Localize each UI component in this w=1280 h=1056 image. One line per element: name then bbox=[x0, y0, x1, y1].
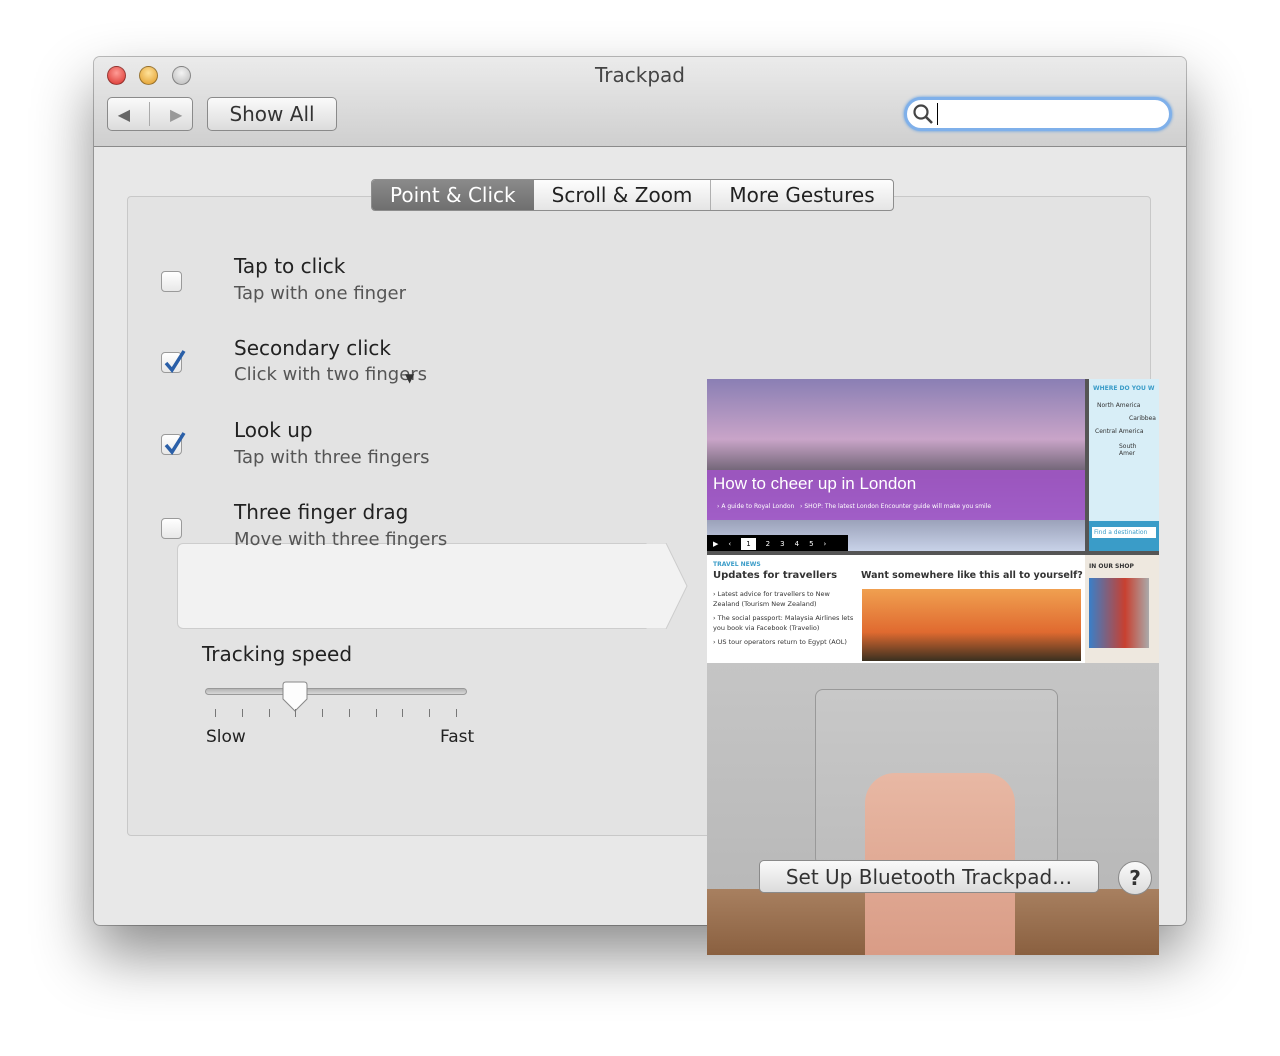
slider-tick bbox=[402, 709, 404, 717]
settings-panel: Tap to click Tap with one finger Seconda… bbox=[127, 196, 1159, 955]
three-finger-drag-label: Three finger drag bbox=[234, 500, 409, 524]
window-title: Trackpad bbox=[595, 63, 685, 87]
look-up-checkbox[interactable] bbox=[161, 432, 186, 455]
tab-more-gestures[interactable]: More Gestures bbox=[710, 180, 892, 210]
banner-links: › A guide to Royal London › SHOP: The la… bbox=[717, 503, 992, 510]
pager: ▶ ‹ 1 2 3 4 5 › bbox=[707, 535, 848, 552]
london-photo bbox=[707, 379, 1085, 551]
slider-tick bbox=[215, 709, 216, 717]
fast-label: Fast bbox=[440, 727, 475, 747]
trackpad-window: Trackpad ◀ ▶ Show All Tap to click Tap w… bbox=[94, 57, 1186, 955]
tap-to-click-label: Tap to click bbox=[234, 254, 346, 278]
headline: How to cheer up in London bbox=[713, 474, 917, 493]
checkmark-icon bbox=[164, 350, 186, 373]
secondary-click-subtitle: Click with two fingers bbox=[234, 364, 428, 385]
slider-tick bbox=[241, 709, 243, 717]
slider-tick bbox=[268, 709, 270, 717]
secondary-click-label: Secondary click bbox=[234, 336, 391, 360]
highlighted-row bbox=[177, 543, 647, 629]
highlight-arrow bbox=[646, 543, 688, 629]
back-forward-control: ◀ ▶ bbox=[107, 97, 193, 131]
three-finger-drag-subtitle: Move with three fingers bbox=[234, 529, 448, 550]
toolbar: Trackpad ◀ ▶ Show All bbox=[94, 57, 1186, 147]
search-icon bbox=[913, 104, 933, 124]
slow-label: Slow bbox=[206, 727, 246, 747]
shop: IN OUR SHOP bbox=[1085, 555, 1159, 663]
slider-tick bbox=[348, 709, 350, 717]
set-up-bluetooth-trackpad-button[interactable]: Set Up Bluetooth Trackpad… bbox=[759, 860, 1099, 893]
destination-map: WHERE DO YOU W North America Caribbea Cent… bbox=[1085, 379, 1159, 551]
secondary-click-checkbox[interactable] bbox=[161, 350, 186, 373]
search-input[interactable] bbox=[937, 103, 1162, 125]
tap-to-click-checkbox[interactable] bbox=[161, 271, 182, 292]
trackpad-illustration bbox=[707, 663, 1159, 955]
tap-to-click-subtitle: Tap with one finger bbox=[234, 283, 406, 304]
link: SHOP: The latest London Encounter guide … bbox=[804, 503, 992, 510]
link: A guide to Royal London bbox=[721, 503, 795, 510]
look-up-subtitle: Tap with three fingers bbox=[234, 447, 430, 468]
palm-photo bbox=[862, 589, 1081, 661]
slider-tick bbox=[456, 709, 457, 717]
slider-tick bbox=[295, 709, 297, 717]
tab-scroll-zoom[interactable]: Scroll & Zoom bbox=[534, 180, 711, 210]
look-up-label: Look up bbox=[234, 418, 313, 442]
back-icon[interactable]: ◀ bbox=[118, 105, 130, 124]
tab-bar: Point & Click Scroll & Zoom More Gesture… bbox=[371, 179, 894, 211]
tracking-speed-slider[interactable] bbox=[205, 688, 467, 695]
divider bbox=[149, 102, 151, 126]
travel-news: TRAVEL NEWS Updates for travellers › Lat… bbox=[707, 551, 1159, 663]
tracking-speed-label: Tracking speed bbox=[202, 642, 353, 666]
slider-tick bbox=[322, 709, 324, 717]
forward-icon[interactable]: ▶ bbox=[170, 105, 182, 124]
checkmark-icon bbox=[164, 432, 186, 455]
slider-tick bbox=[375, 709, 377, 717]
search-field[interactable] bbox=[904, 97, 1172, 131]
chevron-down-icon[interactable]: ▼ bbox=[405, 371, 414, 385]
purple-banner: How to cheer up in London › A guide to R… bbox=[707, 470, 1085, 520]
help-button[interactable]: ? bbox=[1118, 861, 1152, 895]
three-finger-drag-checkbox[interactable] bbox=[161, 518, 182, 539]
slider-tick bbox=[429, 709, 431, 717]
show-all-button[interactable]: Show All bbox=[207, 97, 337, 131]
tab-point-click[interactable]: Point & Click bbox=[372, 180, 534, 210]
